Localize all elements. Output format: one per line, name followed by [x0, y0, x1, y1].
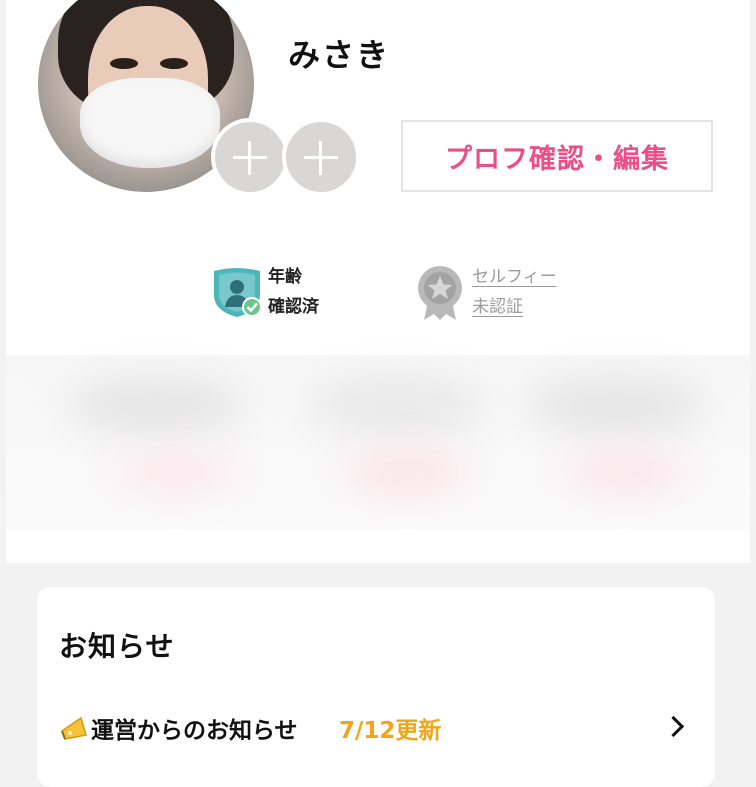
edit-profile-button[interactable]: プロフ確認・編集 [401, 120, 713, 192]
blurred-block [306, 375, 486, 435]
notice-card: お知らせ 運営からのお知らせ 7/12更新 [37, 587, 715, 787]
star-medal-icon [418, 266, 462, 320]
selfie-badge-line1[interactable]: セルフィー [472, 262, 557, 292]
chevron-right-icon [662, 715, 685, 738]
blurred-block [526, 375, 706, 435]
blurred-block [66, 375, 246, 435]
blurred-content-area [6, 355, 750, 530]
selfie-badge-line2[interactable]: 未認証 [472, 292, 523, 322]
age-verified-badge [210, 265, 264, 319]
add-photo-button-1[interactable] [211, 118, 289, 196]
user-name: みさき [288, 36, 391, 74]
avatar-eye-left [110, 58, 138, 69]
plus-icon-vertical [248, 141, 251, 175]
blurred-block [346, 450, 466, 495]
age-badge-line2: 確認済 [268, 297, 319, 317]
notice-item-label: 運営からのお知らせ [91, 718, 298, 744]
notice-title: お知らせ [59, 630, 175, 663]
shield-person-check-icon [214, 268, 262, 317]
blurred-block [116, 450, 236, 495]
avatar-eye-right [160, 58, 188, 69]
blurred-block [566, 450, 686, 495]
selfie-badge[interactable] [414, 264, 466, 322]
profile-card: みさき プロフ確認・編集 年齢 確認済 セルフィー 未認証 [6, 0, 750, 563]
plus-icon-vertical [319, 141, 322, 175]
megaphone-icon [61, 716, 87, 740]
notice-item-announcements[interactable]: 運営からのお知らせ 7/12更新 [59, 709, 699, 749]
notice-item-updated: 7/12更新 [339, 718, 442, 744]
avatar-mask [80, 78, 220, 168]
age-badge-line1: 年齢 [268, 267, 302, 287]
add-photo-button-2[interactable] [282, 118, 360, 196]
